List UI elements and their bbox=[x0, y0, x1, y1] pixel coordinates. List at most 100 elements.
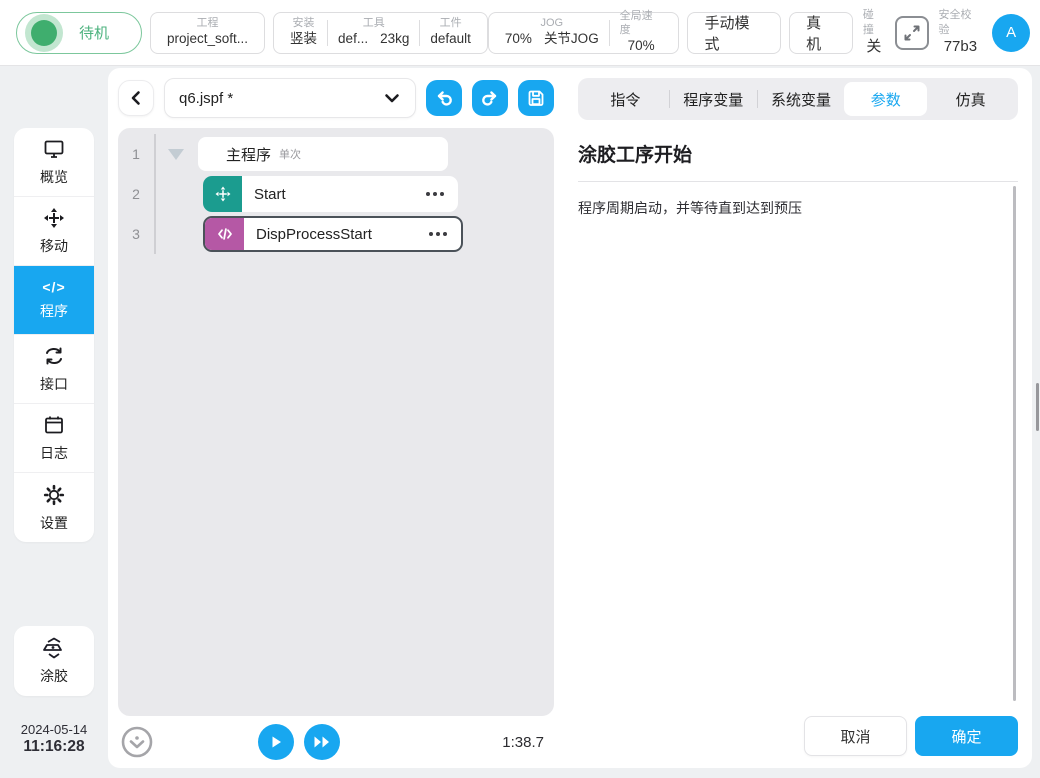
chevron-down-icon bbox=[385, 94, 399, 103]
parameter-description: 程序周期启动，并等待直到达到预压 bbox=[578, 200, 802, 216]
workpiece-label: 工件 bbox=[439, 17, 462, 30]
program-row-dispprocessstart: 3 DispProcessStart bbox=[118, 214, 554, 254]
jog-label: JOG bbox=[540, 17, 564, 30]
safety-label: 安全校验 bbox=[938, 9, 972, 36]
save-icon bbox=[528, 90, 544, 106]
time-label: 11:16:28 bbox=[23, 738, 85, 755]
move-cross-icon bbox=[44, 208, 64, 228]
sidebar-item-label: 接口 bbox=[40, 376, 68, 392]
sidebar-item-interface[interactable]: 接口 bbox=[14, 335, 94, 404]
program-file-name: q6.jspf * bbox=[179, 89, 234, 107]
sidebar-item-log[interactable]: 日志 bbox=[14, 404, 94, 473]
divider bbox=[578, 181, 1018, 182]
tab-simulation[interactable]: 仿真 bbox=[929, 82, 1012, 116]
sidebar-item-glue[interactable]: 涂胶 bbox=[14, 626, 94, 696]
detail-tabbar: 指令 程序变量 系统变量 参数 仿真 bbox=[578, 78, 1018, 120]
tab-instruction[interactable]: 指令 bbox=[584, 82, 667, 116]
mount-value: 竖装 bbox=[290, 30, 318, 46]
tool-name: def... bbox=[338, 30, 369, 46]
disp-process-start-block[interactable]: DispProcessStart bbox=[203, 216, 463, 252]
collision-value: 关 bbox=[866, 38, 882, 56]
undo-icon bbox=[437, 91, 452, 106]
sidebar-nav: 概览 移动 </> 程序 接口 日志 设置 bbox=[14, 128, 94, 542]
redo-button[interactable] bbox=[472, 80, 508, 116]
sidebar-item-label: 概览 bbox=[40, 169, 68, 185]
speed-box[interactable]: JOG 70% 关节JOG 全局速度 70% bbox=[487, 10, 680, 54]
sidebar-item-overview[interactable]: 概览 bbox=[14, 128, 94, 197]
sidebar-item-label: 日志 bbox=[40, 445, 68, 461]
project-label: 工程 bbox=[196, 17, 219, 30]
back-button[interactable] bbox=[118, 80, 154, 116]
more-menu-icon[interactable] bbox=[426, 192, 458, 196]
main-panel: q6.jspf * 1 主程序 单次 2 Start 3 DispProcess… bbox=[108, 68, 1032, 768]
scroll-to-bottom-icon[interactable] bbox=[120, 725, 154, 759]
instruction-label: DispProcessStart bbox=[256, 225, 372, 243]
tab-parameters[interactable]: 参数 bbox=[844, 82, 928, 116]
detail-panel: 指令 程序变量 系统变量 参数 仿真 涂胶工序开始 程序周期启动，并等待直到达到… bbox=[562, 68, 1032, 768]
cycle-time-label: 1:38.7 bbox=[502, 733, 544, 751]
program-file-select[interactable]: q6.jspf * bbox=[164, 78, 416, 118]
user-avatar[interactable]: A bbox=[992, 13, 1030, 52]
mount-label: 安装 bbox=[292, 17, 315, 30]
save-button[interactable] bbox=[518, 80, 554, 116]
parameter-title: 涂胶工序开始 bbox=[578, 145, 693, 166]
tab-program-variables[interactable]: 程序变量 bbox=[672, 82, 755, 116]
global-speed-label: 全局速度 bbox=[619, 10, 653, 37]
undo-button[interactable] bbox=[426, 80, 462, 116]
datetime: 2024-05-14 11:16:28 bbox=[21, 722, 88, 756]
line-number: 3 bbox=[132, 226, 140, 242]
monitor-icon bbox=[44, 140, 64, 158]
tool-payload: 23kg bbox=[380, 30, 410, 46]
workpiece-value: default bbox=[430, 30, 471, 46]
program-tree: 1 主程序 单次 2 Start 3 DispProcessStart bbox=[118, 128, 554, 716]
code-icon: </> bbox=[42, 279, 66, 295]
confirm-button[interactable]: 确定 bbox=[915, 716, 1018, 756]
date-label: 2024-05-14 bbox=[20, 722, 88, 737]
gear-icon bbox=[43, 484, 65, 505]
main-program-block[interactable]: 主程序 单次 bbox=[198, 137, 448, 171]
sidebar-item-label: 移动 bbox=[40, 238, 68, 254]
redo-icon bbox=[482, 91, 497, 106]
robot-status-pill[interactable]: 待机 bbox=[16, 11, 142, 54]
safety-value: 77b3 bbox=[943, 38, 978, 56]
tab-system-variables[interactable]: 系统变量 bbox=[760, 82, 843, 116]
chevron-left-icon bbox=[131, 91, 140, 105]
program-row-main: 1 主程序 单次 bbox=[118, 134, 554, 174]
jog-percent: 70% bbox=[504, 30, 532, 46]
sidebar-item-program[interactable]: </> 程序 bbox=[14, 266, 94, 335]
project-value: project_soft... bbox=[167, 30, 249, 46]
robot-status-label: 待机 bbox=[78, 25, 109, 42]
top-status-bar: 待机 工程 project_soft... 安装 竖装 工具 def... 23… bbox=[0, 0, 1040, 66]
real-machine-button[interactable]: 真机 bbox=[789, 11, 853, 54]
step-run-button[interactable] bbox=[304, 724, 340, 760]
manual-mode-button[interactable]: 手动模式 bbox=[687, 11, 782, 54]
expand-arrows-icon bbox=[904, 25, 920, 40]
sync-arrows-icon bbox=[46, 347, 62, 365]
sidebar-item-label: 程序 bbox=[40, 303, 68, 319]
collision-indicator: 碰撞 关 bbox=[861, 8, 887, 56]
window-scrollbar-thumb[interactable] bbox=[1036, 383, 1039, 431]
glue-dispense-icon bbox=[43, 637, 62, 659]
main-program-label: 主程序 bbox=[226, 146, 272, 164]
program-row-start: 2 Start bbox=[118, 174, 554, 214]
cancel-button[interactable]: 取消 bbox=[804, 716, 907, 756]
program-editor: q6.jspf * 1 主程序 单次 2 Start 3 DispProcess… bbox=[108, 68, 562, 768]
setup-box[interactable]: 安装 竖装 工具 def... 23kg 工件 default bbox=[273, 11, 488, 54]
line-number: 2 bbox=[132, 186, 140, 202]
play-icon bbox=[272, 736, 281, 748]
jog-mode: 关节JOG bbox=[543, 30, 599, 46]
run-button[interactable] bbox=[258, 724, 294, 760]
start-instruction-block[interactable]: Start bbox=[203, 176, 458, 212]
panel-scrollbar[interactable] bbox=[1013, 186, 1016, 701]
sidebar-item-settings[interactable]: 设置 bbox=[14, 473, 94, 542]
run-mode-tag: 单次 bbox=[279, 149, 302, 161]
divider bbox=[668, 90, 670, 108]
collapse-triangle-icon[interactable] bbox=[168, 148, 184, 160]
status-dot-icon bbox=[31, 19, 57, 46]
sidebar-item-move[interactable]: 移动 bbox=[14, 197, 94, 266]
fullscreen-button[interactable] bbox=[894, 15, 929, 50]
calendar-icon bbox=[45, 416, 63, 434]
more-menu-icon[interactable] bbox=[429, 232, 461, 236]
code-instruction-icon bbox=[205, 218, 244, 250]
project-box[interactable]: 工程 project_soft... bbox=[150, 11, 266, 54]
